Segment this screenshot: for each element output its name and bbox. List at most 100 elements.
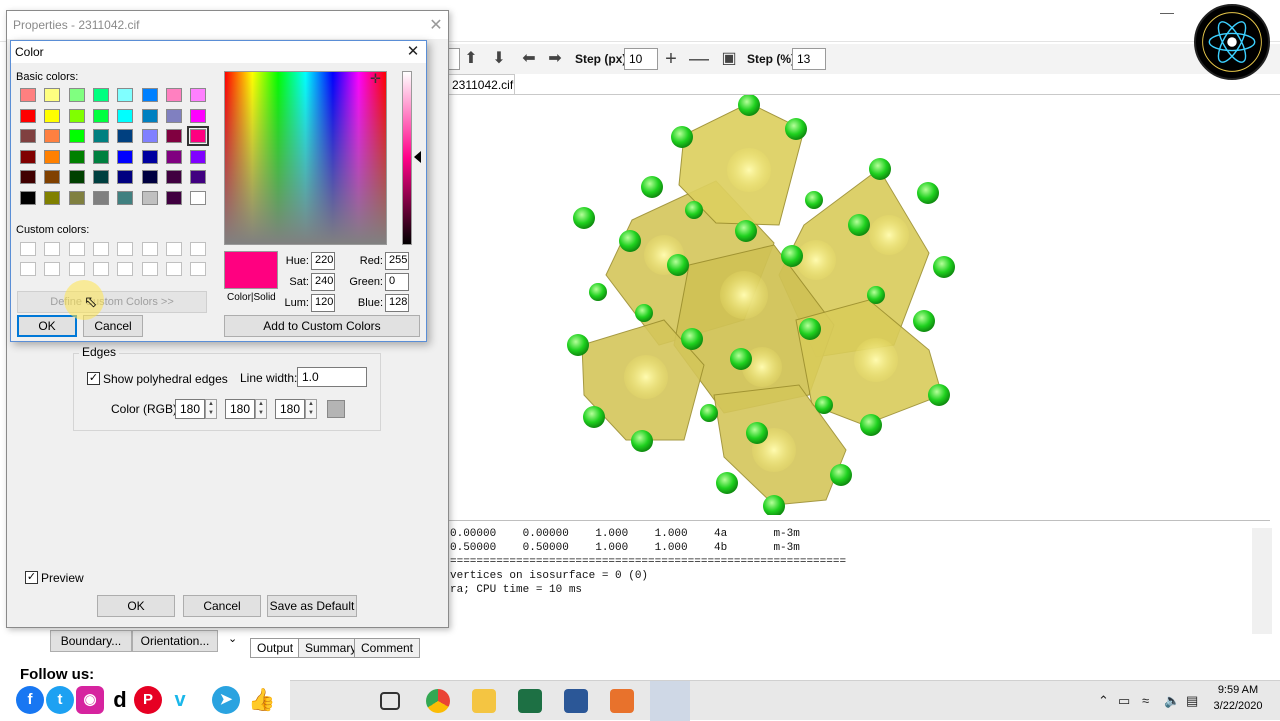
basic-color-swatch[interactable]: [165, 149, 182, 164]
minimize-icon[interactable]: —: [1160, 4, 1176, 20]
basic-color-swatch[interactable]: [117, 129, 134, 143]
basic-color-swatch[interactable]: [44, 108, 61, 123]
custom-color-swatch[interactable]: [92, 262, 109, 276]
twitter-icon[interactable]: t: [46, 686, 74, 714]
basic-color-swatch[interactable]: [20, 149, 36, 164]
basic-color-swatch[interactable]: [92, 108, 109, 123]
ok-button[interactable]: OK: [97, 595, 175, 617]
luminance-bar[interactable]: [402, 71, 412, 245]
clock-time[interactable]: 9:59 AM: [1216, 684, 1260, 696]
like-icon[interactable]: 👍: [248, 686, 276, 714]
save-as-default-button[interactable]: Save as Default: [267, 595, 357, 617]
green-input[interactable]: 0: [385, 273, 409, 291]
custom-color-swatch[interactable]: [117, 242, 134, 256]
basic-color-swatch[interactable]: [68, 108, 85, 123]
edge-blue-spinner[interactable]: ▲ ▼: [305, 399, 317, 419]
cancel-button[interactable]: Cancel: [183, 595, 261, 617]
red-input[interactable]: 255: [385, 252, 409, 270]
basic-color-swatch[interactable]: [165, 129, 182, 143]
excel-icon[interactable]: [518, 689, 542, 713]
basic-color-swatch[interactable]: [117, 170, 134, 184]
basic-color-swatch[interactable]: [117, 190, 134, 205]
arrow-left-icon[interactable]: ⬅: [518, 48, 540, 70]
basic-color-swatch[interactable]: [20, 170, 36, 184]
basic-color-swatch[interactable]: [44, 170, 61, 184]
custom-color-swatch[interactable]: [20, 262, 36, 276]
custom-color-swatch[interactable]: [44, 242, 61, 256]
battery-icon[interactable]: ▭: [1118, 693, 1130, 709]
basic-color-swatch[interactable]: [141, 108, 158, 123]
clock-date[interactable]: 3/22/2020: [1210, 700, 1266, 712]
custom-color-swatch[interactable]: [141, 262, 158, 276]
vimeo-icon[interactable]: v: [166, 686, 194, 714]
boundary-button[interactable]: Boundary...: [50, 630, 132, 652]
custom-color-swatch[interactable]: [190, 242, 207, 256]
step-pct-input[interactable]: 13: [792, 48, 826, 70]
basic-color-swatch[interactable]: [165, 190, 182, 205]
tray-chevron-up-icon[interactable]: ⌃: [1098, 693, 1109, 709]
basic-color-swatch[interactable]: [165, 88, 182, 102]
edge-color-swatch[interactable]: [327, 400, 345, 418]
close-icon[interactable]: ✕: [403, 42, 423, 62]
sat-input[interactable]: 240: [311, 273, 335, 291]
tab-output[interactable]: Output: [250, 638, 301, 658]
basic-color-swatch[interactable]: [20, 190, 36, 205]
basic-color-swatch[interactable]: [68, 149, 85, 164]
arrow-right-icon[interactable]: ➡: [544, 48, 566, 70]
zoom-out-icon[interactable]: —: [688, 48, 710, 70]
custom-color-swatch[interactable]: [44, 262, 61, 276]
powerpoint-icon[interactable]: [610, 689, 634, 713]
basic-color-swatch[interactable]: [68, 129, 85, 143]
custom-color-swatch[interactable]: [92, 242, 109, 256]
basic-color-swatch[interactable]: [92, 170, 109, 184]
basic-color-swatch[interactable]: [20, 108, 36, 123]
luminance-slider-arrow-icon[interactable]: [414, 151, 421, 163]
tab-comment[interactable]: Comment: [354, 638, 421, 658]
basic-color-swatch[interactable]: [190, 149, 207, 164]
basic-color-swatch[interactable]: [141, 170, 158, 184]
edge-red-input[interactable]: 180: [175, 399, 205, 419]
arrow-up-icon[interactable]: ⬆: [460, 48, 482, 70]
preview-checkbox[interactable]: ✓: [25, 571, 38, 584]
color-spectrum[interactable]: [224, 71, 387, 245]
custom-color-swatch[interactable]: [68, 262, 85, 276]
close-icon[interactable]: ✕: [427, 15, 445, 34]
custom-color-swatch[interactable]: [190, 262, 207, 276]
output-scrollbar[interactable]: [1252, 528, 1272, 634]
edge-blue-input[interactable]: 180: [275, 399, 305, 419]
wifi-icon[interactable]: ≈: [1142, 693, 1149, 708]
custom-color-swatch[interactable]: [141, 242, 158, 256]
task-view-icon[interactable]: [380, 692, 400, 710]
define-custom-colors-button[interactable]: Define Custom Colors >>: [17, 291, 207, 313]
basic-color-swatch[interactable]: [190, 108, 207, 123]
custom-color-swatch[interactable]: [165, 262, 182, 276]
basic-color-swatch[interactable]: [44, 129, 61, 143]
basic-color-swatch[interactable]: [141, 149, 158, 164]
basic-color-swatch[interactable]: [187, 126, 210, 146]
basic-color-swatch[interactable]: [190, 88, 207, 102]
vesta-app-icon[interactable]: [650, 681, 690, 721]
volume-icon[interactable]: 🔈: [1164, 693, 1180, 709]
basic-color-swatch[interactable]: [141, 129, 158, 143]
structure-viewport[interactable]: [444, 94, 1280, 518]
step-px-input[interactable]: 10: [624, 48, 658, 70]
edge-green-spinner[interactable]: ▲ ▼: [255, 399, 267, 419]
add-to-custom-colors-button[interactable]: Add to Custom Colors: [224, 315, 420, 337]
basic-color-swatch[interactable]: [92, 129, 109, 143]
basic-color-swatch[interactable]: [92, 88, 109, 102]
color-ok-button[interactable]: OK: [17, 315, 77, 337]
basic-color-swatch[interactable]: [165, 108, 182, 123]
facebook-icon[interactable]: f: [16, 686, 44, 714]
tab-structure-view[interactable]: 2311042.cif: [447, 74, 515, 94]
basic-color-swatch[interactable]: [20, 129, 36, 143]
instagram-icon[interactable]: ◉: [76, 686, 104, 714]
chrome-icon[interactable]: [426, 689, 450, 713]
basic-color-swatch[interactable]: [117, 108, 134, 123]
custom-color-swatch[interactable]: [68, 242, 85, 256]
notification-icon[interactable]: ▤: [1186, 693, 1198, 709]
pinterest-icon[interactable]: P: [134, 686, 162, 714]
basic-color-swatch[interactable]: [165, 170, 182, 184]
line-width-input[interactable]: 1.0: [297, 367, 367, 387]
orientation-button[interactable]: Orientation...: [132, 630, 218, 652]
custom-color-swatch[interactable]: [20, 242, 36, 256]
